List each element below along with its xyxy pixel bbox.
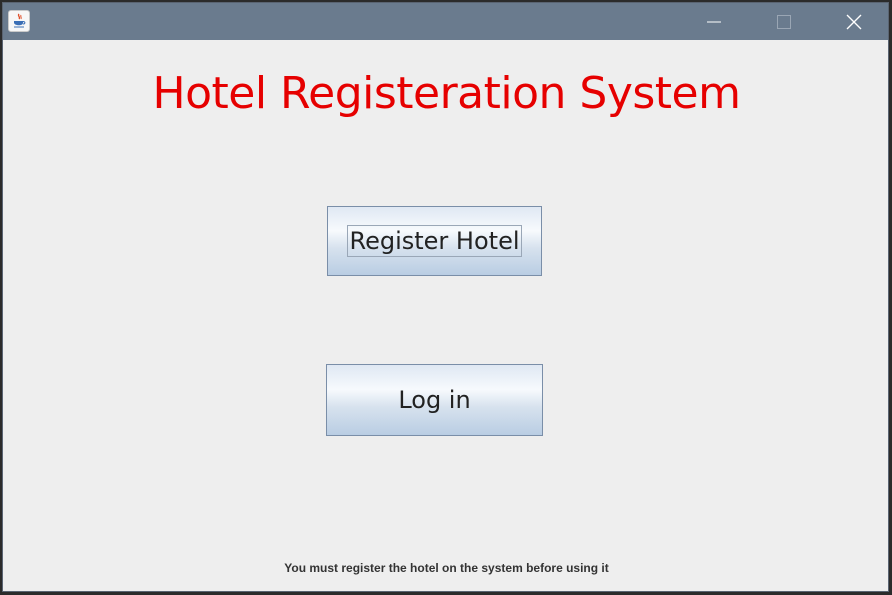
title-bar[interactable] <box>3 3 888 40</box>
close-button[interactable] <box>831 3 877 40</box>
app-window: Hotel Registeration System Register Hote… <box>2 2 889 592</box>
footer-note: You must register the hotel on the syste… <box>284 561 609 575</box>
main-panel: Hotel Registeration System Register Hote… <box>3 40 888 591</box>
register-hotel-label: Register Hotel <box>347 225 522 257</box>
page-title: Hotel Registeration System <box>152 68 741 119</box>
maximize-icon <box>777 14 791 29</box>
minimize-icon <box>707 21 721 22</box>
close-icon <box>846 14 862 29</box>
minimize-button[interactable] <box>691 3 737 40</box>
login-button[interactable]: Log in <box>326 364 543 436</box>
register-hotel-button[interactable]: Register Hotel <box>327 206 542 276</box>
maximize-button[interactable] <box>761 3 807 40</box>
login-label: Log in <box>398 386 471 414</box>
java-cup-icon <box>8 10 30 32</box>
